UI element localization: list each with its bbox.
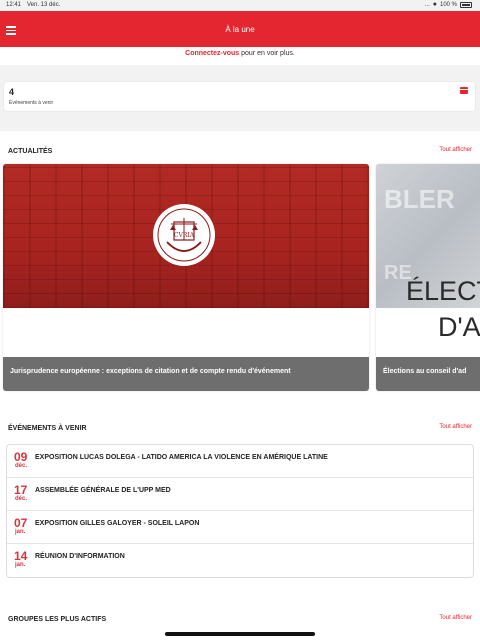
event-name: RÉUNION D'INFORMATION <box>35 553 125 560</box>
events-list: 09 déc. EXPOSITION LUCAS DOLEGA - LATIDO… <box>6 444 474 578</box>
emblem-text: CVRIA <box>174 232 195 239</box>
image-ghost-text: BLER <box>384 184 455 214</box>
event-item[interactable]: 14 jan. RÉUNION D'INFORMATION <box>7 544 473 577</box>
battery-label: 100 % <box>439 1 457 8</box>
news-show-all-link[interactable]: Tout afficher <box>439 147 472 153</box>
event-month: jan. <box>15 562 26 568</box>
news-section: ACTUALITÉS Tout afficher CVRIA Jurisprud… <box>0 131 480 408</box>
image-headline-line: ÉLECT <box>406 276 480 306</box>
event-name: ASSEMBLÉE GÉNÉRALE DE L'UPP MED <box>35 487 171 494</box>
event-month: déc. <box>15 463 28 469</box>
event-month: jan. <box>15 529 26 535</box>
event-name: EXPOSITION LUCAS DOLEGA - LATIDO AMERICA… <box>35 454 328 461</box>
event-day: 17 <box>14 483 28 497</box>
status-date: Ven. 13 déc. <box>27 2 61 8</box>
court-emblem-logo: CVRIA <box>153 204 215 266</box>
home-indicator[interactable] <box>165 632 315 636</box>
news-card-image: BLER RE ÉLECT D'AI <box>376 164 480 342</box>
event-day: 07 <box>14 516 28 530</box>
login-text: pour en voir plus. <box>239 50 295 57</box>
news-card-caption: Élections au conseil d'ad <box>376 357 480 391</box>
groups-show-all-link[interactable]: Tout afficher <box>439 615 472 621</box>
news-card-image: CVRIA <box>3 164 369 308</box>
news-card[interactable]: BLER RE ÉLECT D'AI Élections au conseil … <box>376 164 480 391</box>
upcoming-events-stat-card[interactable]: 4 Événements à venir <box>4 82 475 111</box>
battery-icon <box>460 1 472 8</box>
upcoming-events-count: 4 <box>9 87 15 97</box>
app-header: À la une <box>0 11 480 47</box>
upcoming-events-label: Événements à venir <box>9 100 54 106</box>
news-card[interactable]: CVRIA Jurisprudence européenne : excepti… <box>3 164 369 391</box>
status-time: 12:41 <box>6 2 22 8</box>
event-item[interactable]: 17 déc. ASSEMBLÉE GÉNÉRALE DE L'UPP MED <box>7 478 473 511</box>
events-section-title: ÉVÉNEMENTS À VENIR <box>8 425 87 432</box>
events-show-all-link[interactable]: Tout afficher <box>439 424 472 430</box>
login-link[interactable]: Connectez-vous <box>185 50 239 57</box>
calendar-icon <box>460 87 468 94</box>
event-name: EXPOSITION GILLES GALOYER - SOLEIL LAPON <box>35 520 200 527</box>
status-right: ... ● 100 % <box>425 1 472 8</box>
status-dots: ... <box>424 1 430 8</box>
event-day: 14 <box>14 549 28 563</box>
news-section-title: ACTUALITÉS <box>8 148 53 155</box>
events-section: ÉVÉNEMENTS À VENIR Tout afficher 09 déc.… <box>0 408 480 598</box>
event-month: déc. <box>15 496 28 502</box>
event-item[interactable]: 09 déc. EXPOSITION LUCAS DOLEGA - LATIDO… <box>7 445 473 478</box>
page-title: À la une <box>225 25 255 34</box>
login-banner: Connectez-vous pour en voir plus. <box>0 47 480 65</box>
groups-section-title: GROUPES LES PLUS ACTIFS <box>8 616 107 623</box>
event-day: 09 <box>14 450 28 464</box>
wifi-icon: ● <box>432 1 437 8</box>
news-card-caption: Jurisprudence européenne : exceptions de… <box>3 357 369 391</box>
status-bar: 12:41 Ven. 13 déc. ... ● 100 % <box>0 0 480 11</box>
image-headline-line: D'AI <box>438 312 480 342</box>
event-item[interactable]: 07 jan. EXPOSITION GILLES GALOYER - SOLE… <box>7 511 473 544</box>
